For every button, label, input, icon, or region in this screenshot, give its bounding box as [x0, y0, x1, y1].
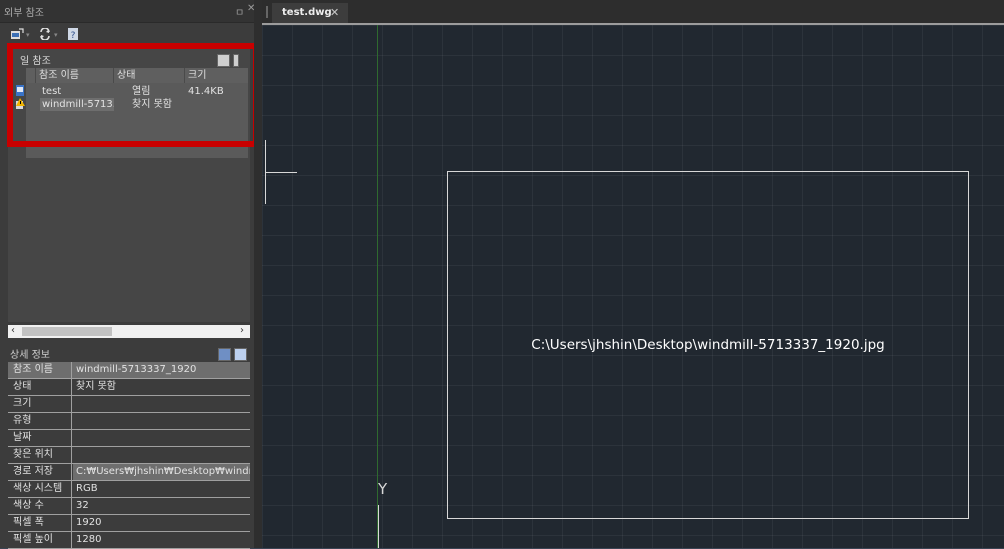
- property-label: 픽셀 높이: [8, 532, 72, 548]
- property-value: [73, 413, 250, 429]
- property-value: RGB: [76, 483, 98, 494]
- y-axis-line: [377, 25, 378, 548]
- property-value: 찾지 못함: [76, 381, 116, 392]
- property-row[interactable]: 픽셀 폭 1920: [8, 515, 250, 532]
- property-label: 상태: [8, 379, 72, 395]
- property-row[interactable]: 날짜: [8, 430, 250, 447]
- property-row[interactable]: 참조 이름 windmill-5713337_1920: [8, 362, 250, 379]
- palette-title-bar: 외부 참조 ㅁ ✕: [0, 0, 262, 23]
- tab-grip: [266, 6, 268, 18]
- property-value: 1280: [76, 534, 102, 545]
- attach-dropdown-icon[interactable]: ▾: [26, 31, 30, 39]
- details-view-icon[interactable]: [218, 348, 231, 361]
- missing-image-path: C:\Users\jhshin\Desktop\windmill-5713337…: [531, 337, 885, 353]
- property-value: [73, 447, 250, 463]
- tab-close-icon[interactable]: ✕: [330, 6, 339, 19]
- property-value: 1920: [76, 517, 102, 528]
- crosshair-horizontal: [265, 172, 297, 173]
- property-label: 색상 시스템: [8, 481, 72, 497]
- property-row[interactable]: 경로 저장C:₩Users₩jhshin₩Desktop₩windmill...: [8, 464, 250, 481]
- scroll-right-icon[interactable]: ›: [240, 325, 244, 336]
- svg-text:?: ?: [71, 31, 76, 40]
- palette-toolbar: ▾ ▾ ?: [0, 23, 262, 45]
- drawing-canvas[interactable]: C:\Users\jhshin\Desktop\windmill-5713337…: [262, 25, 1004, 548]
- refresh-dropdown-icon[interactable]: ▾: [54, 31, 58, 39]
- ucs-icon-axis: [378, 505, 379, 548]
- palette-title: 외부 참조: [4, 8, 44, 19]
- property-value: 32: [76, 500, 89, 511]
- property-label: 찾은 위치: [8, 447, 72, 463]
- property-row[interactable]: 픽셀 높이 1280: [8, 532, 250, 549]
- property-value: [73, 430, 250, 446]
- palette-splitter[interactable]: [254, 0, 262, 548]
- property-label: 유형: [8, 413, 72, 429]
- external-references-palette: 외부 참조 ㅁ ✕ ▾ ▾ ? 일 참조 참조 이름 상태 크기 test 열림…: [0, 0, 262, 549]
- property-row[interactable]: 유형: [8, 413, 250, 430]
- property-value: C:₩Users₩jhshin₩Desktop₩windmill...: [73, 464, 250, 480]
- property-label: 크기: [8, 396, 72, 412]
- document-tab-bar: test.dwg ✕: [262, 0, 1004, 24]
- ucs-y-label: Y: [378, 480, 388, 498]
- property-label: 참조 이름: [8, 362, 72, 378]
- property-row[interactable]: 상태 찾지 못함: [8, 379, 250, 396]
- refresh-icon[interactable]: [38, 27, 52, 43]
- help-icon[interactable]: ?: [66, 28, 80, 43]
- details-title: 상세 정보: [10, 350, 50, 361]
- attach-icon[interactable]: [10, 28, 24, 43]
- property-row[interactable]: 색상 수 32: [8, 498, 250, 515]
- horizontal-scrollbar[interactable]: ‹ ›: [8, 325, 250, 338]
- image-frame[interactable]: C:\Users\jhshin\Desktop\windmill-5713337…: [447, 171, 969, 519]
- pin-button[interactable]: ㅁ: [235, 4, 244, 19]
- property-row[interactable]: 색상 시스템 RGB: [8, 481, 250, 498]
- property-label: 날짜: [8, 430, 72, 446]
- property-label: 색상 수: [8, 498, 72, 514]
- scroll-left-icon[interactable]: ‹: [11, 325, 15, 336]
- property-value: [73, 396, 250, 412]
- preview-view-icon[interactable]: [234, 348, 247, 361]
- property-label: 픽셀 폭: [8, 515, 72, 531]
- property-row[interactable]: 크기: [8, 396, 250, 413]
- property-value: windmill-5713337_1920: [76, 364, 197, 375]
- property-row[interactable]: 찾은 위치: [8, 447, 250, 464]
- property-label: 경로 저장: [8, 464, 72, 480]
- scrollbar-thumb[interactable]: [22, 327, 112, 336]
- tab-test-dwg[interactable]: test.dwg ✕: [272, 3, 348, 23]
- tab-label: test.dwg: [282, 7, 332, 18]
- details-section: 상세 정보 참조 이름 windmill-5713337_1920 상태 찾지 못함…: [0, 342, 262, 549]
- highlight-box: [7, 43, 259, 147]
